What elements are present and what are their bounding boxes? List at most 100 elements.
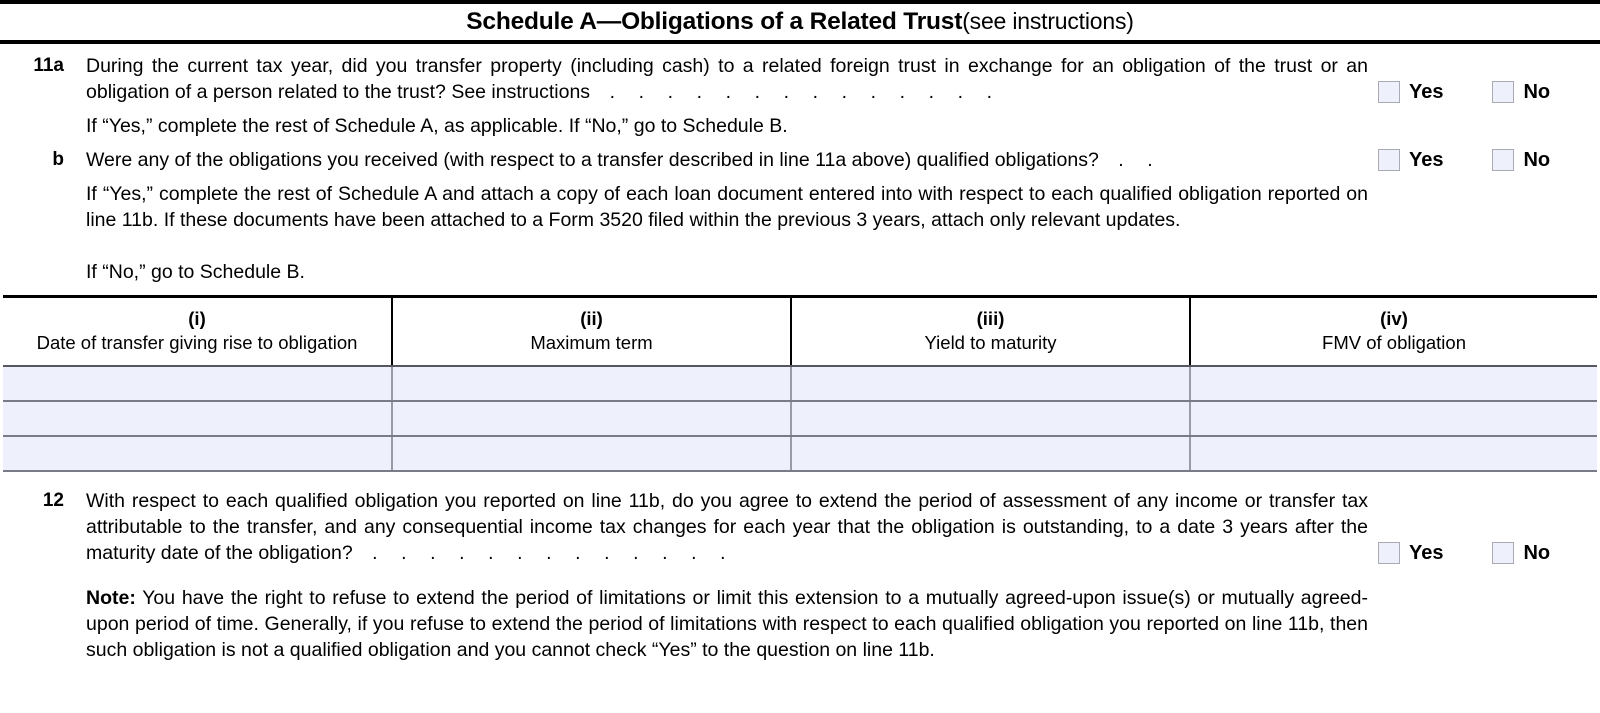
obligations-table-header: (i) Date of transfer giving rise to obli…: [3, 295, 1597, 367]
line-12-no-label: No: [1523, 542, 1551, 564]
cell-fmv-of-obligation[interactable]: [1190, 365, 1597, 402]
line-12-text-block: With respect to each qualified obligatio…: [86, 488, 1368, 566]
line-11b-number: b: [52, 149, 64, 170]
column-numeral-iv: (iv): [1380, 308, 1408, 329]
dot-leader: .: [720, 542, 726, 564]
table-row: [3, 365, 1597, 402]
line-12-note: Note: You have the right to refuse to ex…: [86, 585, 1368, 663]
line-11b-no-label: No: [1523, 149, 1551, 171]
schedule-a-header: Schedule A—Obligations of a Related Trus…: [0, 0, 1600, 44]
dot-leader: .: [517, 542, 523, 564]
line-11b-no-checkbox[interactable]: [1492, 149, 1515, 171]
cell-date-of-transfer[interactable]: [3, 401, 393, 437]
column-numeral-ii: (ii): [580, 308, 603, 329]
dot-leader: .: [401, 542, 407, 564]
dot-leader: .: [372, 542, 378, 564]
cell-maximum-term[interactable]: [392, 365, 792, 402]
line-12-number: 12: [42, 490, 64, 511]
column-label-iii: Yield to maturity: [924, 332, 1057, 353]
cell-fmv-of-obligation[interactable]: [1190, 436, 1597, 472]
column-label-ii: Maximum term: [530, 332, 653, 353]
section-title-parenthetical: (see instructions): [962, 7, 1134, 34]
dot-leader: .: [662, 542, 668, 564]
line-11b-text-block: Were any of the obligations you received…: [86, 147, 1368, 173]
line-11b-dot-leaders: ..: [1099, 147, 1177, 173]
column-header-iii: (iii) Yield to maturity: [791, 295, 1191, 367]
dot-leader: .: [633, 542, 639, 564]
line-11a-yes-option[interactable]: Yes: [1378, 81, 1443, 103]
page-title: Schedule A—Obligations of a Related Trus…: [466, 7, 1134, 35]
obligations-table-body: [3, 365, 1597, 472]
cell-maximum-term[interactable]: [392, 436, 792, 472]
dot-leader: .: [546, 542, 552, 564]
line-11a-text-block: During the current tax year, did you tra…: [86, 53, 1368, 105]
table-header-row: (i) Date of transfer giving rise to obli…: [3, 295, 1597, 367]
dot-leader: .: [725, 81, 731, 103]
dot-leader: .: [667, 81, 673, 103]
line-11b-followup: If “Yes,” complete the rest of Schedule …: [86, 183, 1368, 231]
cell-date-of-transfer[interactable]: [3, 365, 393, 402]
line-12-answer-group: Yes No: [1378, 540, 1550, 566]
cell-yield-to-maturity[interactable]: [791, 365, 1191, 402]
dot-leader: .: [459, 542, 465, 564]
section-title-main: Schedule A—Obligations of a Related Trus…: [466, 7, 963, 35]
column-label-iv: FMV of obligation: [1322, 332, 1466, 353]
table-row: [3, 436, 1597, 472]
column-header-i: (i) Date of transfer giving rise to obli…: [3, 295, 393, 367]
dot-leader: .: [899, 81, 905, 103]
line-11b-yes-checkbox[interactable]: [1378, 149, 1400, 171]
line-12-no-option[interactable]: No: [1492, 542, 1550, 564]
form-page: Schedule A—Obligations of a Related Trus…: [0, 0, 1600, 713]
line-11b-yes-option[interactable]: Yes: [1378, 149, 1443, 171]
line-12-no-checkbox[interactable]: [1492, 542, 1515, 564]
line-11a-no-checkbox[interactable]: [1492, 81, 1515, 103]
column-numeral-iii: (iii): [976, 308, 1005, 329]
line-11a: 11a During the current tax year, did you…: [0, 53, 1370, 105]
line-11b-followup2-row: If “No,” go to Schedule B.: [0, 259, 1370, 285]
line-11a-yes-label: Yes: [1409, 81, 1444, 103]
cell-fmv-of-obligation[interactable]: [1190, 401, 1597, 437]
dot-leader: .: [754, 81, 760, 103]
line-11a-no-label: No: [1523, 81, 1551, 103]
line-11a-yes-checkbox[interactable]: [1378, 81, 1400, 103]
cell-yield-to-maturity[interactable]: [791, 436, 1191, 472]
line-11b: b Were any of the obligations you receiv…: [0, 147, 1370, 173]
line-12-yes-label: Yes: [1409, 542, 1444, 564]
line-11b-followup2: If “No,” go to Schedule B.: [86, 261, 305, 283]
dot-leader: .: [841, 81, 847, 103]
line-11a-followup-row: If “Yes,” complete the rest of Schedule …: [0, 113, 1370, 139]
note-label: Note:: [86, 587, 136, 609]
line-11b-answer-group: Yes No: [1378, 147, 1550, 173]
line-12: 12 With respect to each qualified obliga…: [0, 488, 1370, 566]
line-11b-no-option[interactable]: No: [1492, 149, 1550, 171]
line-11b-question: Were any of the obligations you received…: [86, 149, 1099, 171]
cell-yield-to-maturity[interactable]: [791, 401, 1191, 437]
dot-leader: .: [488, 542, 494, 564]
dot-leader: .: [928, 81, 934, 103]
dot-leader: .: [957, 81, 963, 103]
dot-leader: .: [783, 81, 789, 103]
cell-date-of-transfer[interactable]: [3, 436, 393, 472]
line-11a-number: 11a: [33, 55, 64, 76]
dot-leader: .: [812, 81, 818, 103]
line-12-dot-leaders: .............: [353, 540, 750, 566]
line-11a-dot-leaders: ..............: [590, 79, 1016, 105]
cell-maximum-term[interactable]: [392, 401, 792, 437]
dot-leader: .: [870, 81, 876, 103]
line-11a-no-option[interactable]: No: [1492, 81, 1550, 103]
dot-leader: .: [696, 81, 702, 103]
dot-leader: .: [638, 81, 644, 103]
column-header-ii: (ii) Maximum term: [392, 295, 792, 367]
line-12-yes-option[interactable]: Yes: [1378, 542, 1443, 564]
dot-leader: .: [604, 542, 610, 564]
table-row: [3, 401, 1597, 437]
dot-leader: .: [609, 81, 615, 103]
note-text: You have the right to refuse to extend t…: [86, 587, 1368, 661]
dot-leader: .: [1147, 149, 1153, 171]
line-11b-followup-row: If “Yes,” complete the rest of Schedule …: [0, 181, 1370, 233]
line-11a-answer-group: Yes No: [1378, 79, 1550, 105]
dot-leader: .: [430, 542, 436, 564]
line-11b-yes-label: Yes: [1409, 149, 1444, 171]
line-12-yes-checkbox[interactable]: [1378, 542, 1400, 564]
dot-leader: .: [986, 81, 992, 103]
